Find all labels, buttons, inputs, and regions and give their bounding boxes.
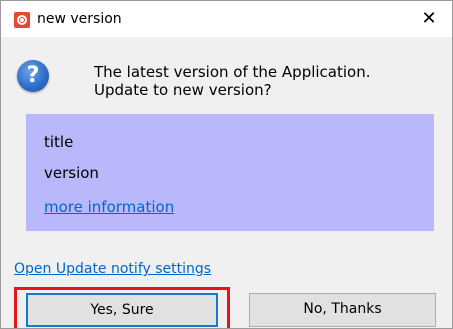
app-logo-icon <box>14 12 30 28</box>
info-version: version <box>44 164 99 182</box>
message-line-2: Update to new version? <box>94 81 272 99</box>
dialog-window: new version ✕ ? The latest version of th… <box>0 0 453 329</box>
info-title: title <box>44 133 74 151</box>
open-update-notify-settings-link[interactable]: Open Update notify settings <box>14 260 211 278</box>
window-title: new version <box>37 11 122 27</box>
version-info-panel: title version more information <box>26 114 434 231</box>
message-line-1: The latest version of the Application. <box>94 63 371 81</box>
close-icon[interactable]: ✕ <box>406 1 452 37</box>
yes-sure-button[interactable]: Yes, Sure <box>26 293 218 327</box>
no-thanks-button[interactable]: No, Thanks <box>249 293 436 327</box>
title-bar: new version ✕ <box>1 1 452 37</box>
more-information-link[interactable]: more information <box>44 198 174 216</box>
question-icon: ? <box>17 60 49 92</box>
update-message: The latest version of the Application. U… <box>94 63 371 99</box>
